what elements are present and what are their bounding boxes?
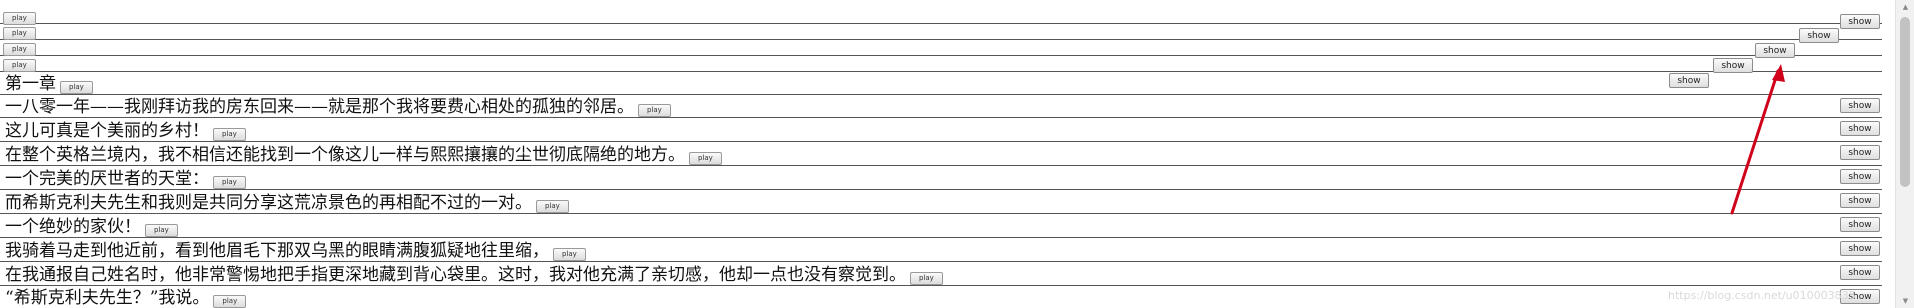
show-button[interactable]: show — [1840, 265, 1880, 280]
show-button[interactable]: show — [1669, 73, 1709, 88]
sentence-row: 这儿可真是个美丽的乡村！ play — [0, 118, 1882, 142]
play-button[interactable]: play — [213, 176, 246, 189]
sentence-row: play — [0, 24, 1882, 40]
sentence-row: play — [0, 56, 1882, 72]
sentence-text: 在整个英格兰境内，我不相信还能找到一个像这儿一样与熙熙攘攘的尘世彻底隔绝的地方。 — [5, 145, 685, 165]
scroll-down-icon[interactable]: ▼ — [1896, 294, 1914, 308]
play-button[interactable]: play — [553, 248, 586, 261]
play-button[interactable]: play — [638, 104, 671, 117]
sentence: “希斯克利夫先生？”我说。 play — [5, 288, 247, 308]
play-button[interactable]: play — [3, 59, 36, 72]
sentence: 一八零一年——我刚拜访我的房东回来——就是那个我将要费心相处的孤独的邻居。 pla… — [5, 97, 671, 117]
scroll-up-icon[interactable]: ▲ — [1896, 0, 1914, 14]
sentence: 我骑着马走到他近前，看到他眉毛下那双乌黑的眼睛满腹狐疑地往里缩， play — [5, 241, 586, 261]
play-button[interactable]: play — [145, 224, 178, 237]
sentence-row: 在我通报自己姓名时，他非常警惕地把手指更深地藏到背心袋里。这时，我对他充满了亲切… — [0, 262, 1882, 286]
sentence-row: 一八零一年——我刚拜访我的房东回来——就是那个我将要费心相处的孤独的邻居。 pla… — [0, 95, 1882, 118]
sentence-row: play — [0, 40, 1882, 56]
sentence-row: 在整个英格兰境内，我不相信还能找到一个像这儿一样与熙熙攘攘的尘世彻底隔绝的地方。… — [0, 142, 1882, 166]
sentence-text: 我骑着马走到他近前，看到他眉毛下那双乌黑的眼睛满腹狐疑地往里缩， — [5, 241, 549, 261]
play-button[interactable]: play — [3, 27, 36, 40]
play-button[interactable]: play — [213, 295, 247, 308]
page-content: play show play show play show play show … — [0, 0, 1895, 308]
vertical-scrollbar[interactable]: ▲ ▼ — [1895, 0, 1914, 308]
sentence-text: 这儿可真是个美丽的乡村！ — [5, 121, 209, 141]
play-button[interactable]: play — [536, 200, 569, 213]
sentence: 而希斯克利夫先生和我则是共同分享这荒凉景色的再相配不过的一对。 play — [5, 193, 569, 213]
watermark: https://blog.csdn.net/u010003835 — [1668, 289, 1856, 302]
show-button[interactable]: show — [1840, 241, 1880, 256]
play-button[interactable]: play — [3, 43, 36, 56]
show-button[interactable]: show — [1840, 193, 1880, 208]
sentence-text: 一个完美的厌世者的天堂： — [5, 169, 209, 189]
chapter-heading: 第一章 play — [5, 74, 93, 94]
sentence-text: 在我通报自己姓名时，他非常警惕地把手指更深地藏到背心袋里。这时，我对他充满了亲切… — [5, 265, 906, 285]
sentence-row: 一个绝妙的家伙！ play — [0, 214, 1882, 238]
sentence: 在我通报自己姓名时，他非常警惕地把手指更深地藏到背心袋里。这时，我对他充满了亲切… — [5, 265, 943, 285]
sentence-row: 一个完美的厌世者的天堂： play — [0, 166, 1882, 190]
play-button[interactable]: play — [910, 272, 943, 285]
show-button[interactable]: show — [1713, 58, 1753, 73]
sentence: 一个绝妙的家伙！ play — [5, 217, 178, 237]
sentence-text: 而希斯克利夫先生和我则是共同分享这荒凉景色的再相配不过的一对。 — [5, 193, 532, 213]
show-button[interactable]: show — [1840, 98, 1880, 113]
sentence-text: 一个绝妙的家伙！ — [5, 217, 141, 237]
play-button[interactable]: play — [689, 152, 722, 165]
sentence-text: 一八零一年——我刚拜访我的房东回来——就是那个我将要费心相处的孤独的邻居。 — [5, 97, 634, 117]
sentence-text: 第一章 — [5, 74, 56, 94]
sentence-row: “希斯克利夫先生？”我说。 play — [0, 286, 1882, 308]
show-button[interactable]: show — [1840, 121, 1880, 136]
scrollbar-thumb[interactable] — [1900, 17, 1910, 187]
sentence: 一个完美的厌世者的天堂： play — [5, 169, 246, 189]
show-button[interactable]: show — [1840, 217, 1880, 232]
sentence-row: play — [0, 0, 1882, 25]
sentence-row: 我骑着马走到他近前，看到他眉毛下那双乌黑的眼睛满腹狐疑地往里缩， play — [0, 238, 1882, 262]
sentence-text: “希斯克利夫先生？”我说。 — [5, 288, 210, 308]
show-button[interactable]: show — [1840, 145, 1880, 160]
chapter-row: 第一章 play — [0, 72, 1882, 95]
play-button[interactable]: play — [60, 81, 93, 94]
play-button[interactable]: play — [213, 128, 246, 141]
sentence: 这儿可真是个美丽的乡村！ play — [5, 121, 246, 141]
show-button[interactable]: show — [1840, 169, 1880, 184]
sentence: 在整个英格兰境内，我不相信还能找到一个像这儿一样与熙熙攘攘的尘世彻底隔绝的地方。… — [5, 145, 722, 165]
sentence-row: 而希斯克利夫先生和我则是共同分享这荒凉景色的再相配不过的一对。 play — [0, 190, 1882, 214]
